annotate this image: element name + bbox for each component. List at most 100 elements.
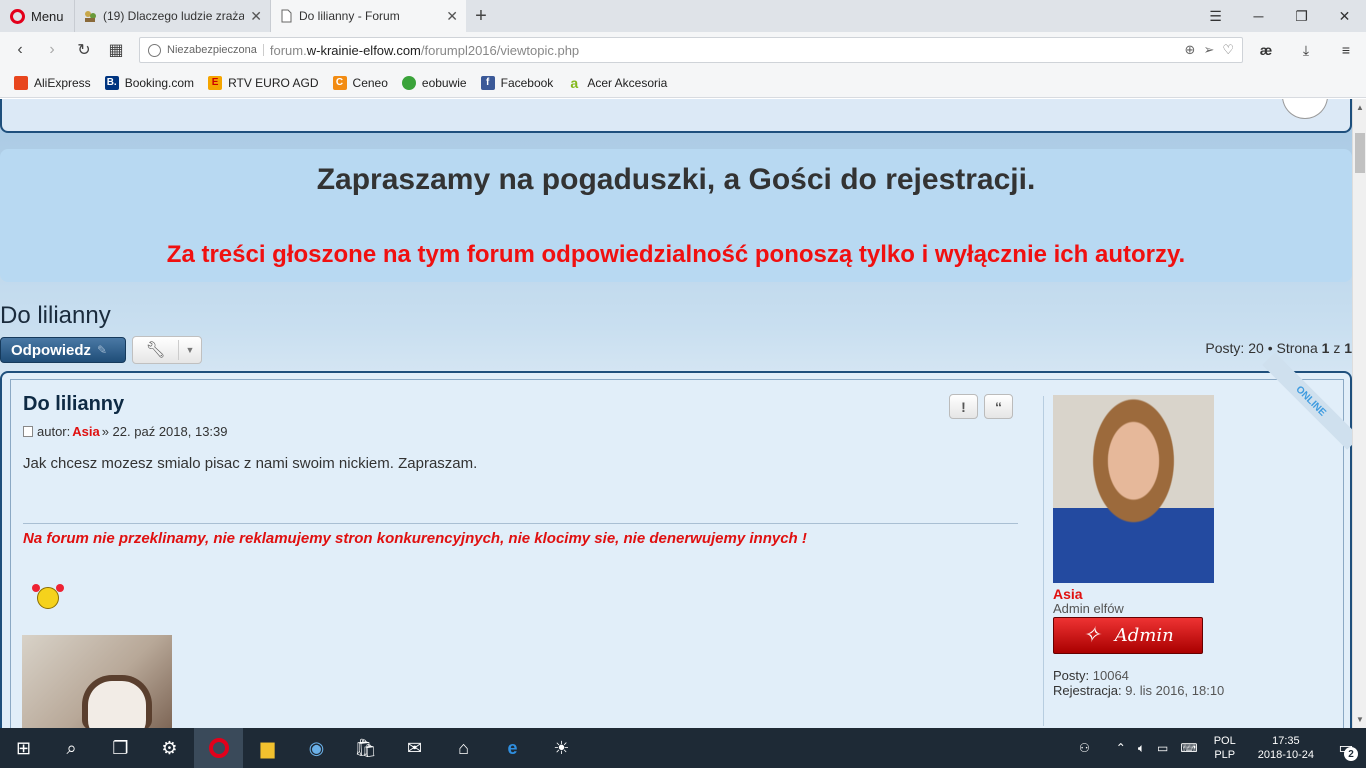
- network-icon[interactable]: ▭: [1151, 741, 1174, 755]
- reload-button[interactable]: ↻: [68, 40, 100, 60]
- topic-tools-dropdown[interactable]: 🔧︎ ▼: [132, 336, 202, 364]
- system-tray: ⚇ ⌃ 🔈︎ ▭ ⌨ POL PLP 17:35 2018-10-24 ▭ 2: [1073, 728, 1366, 768]
- online-status-ribbon: ONLINE: [1262, 352, 1352, 450]
- wrench-icon: 🔧︎: [133, 340, 179, 360]
- address-field[interactable]: Niezabezpieczona forum. w-krainie-elfow.…: [139, 37, 1243, 63]
- opera-menu-button[interactable]: Menu: [0, 0, 74, 32]
- send-icon[interactable]: ➢: [1203, 42, 1214, 58]
- bookmark-facebook[interactable]: f Facebook: [480, 75, 554, 90]
- post-date: » 22. paź 2018, 13:39: [101, 424, 228, 439]
- report-button[interactable]: !: [949, 394, 978, 419]
- facebook-icon: f: [480, 75, 495, 90]
- post: Do lilianny ! “ autor: Asia » 22. paź 20…: [0, 352, 1352, 728]
- page-scrollbar[interactable]: ▲ ▼: [1352, 99, 1366, 728]
- globe-icon: [148, 43, 161, 57]
- forum-header: [0, 99, 1352, 133]
- file-explorer-icon[interactable]: ▆: [243, 728, 292, 768]
- edge-icon[interactable]: e: [488, 728, 537, 768]
- volume-icon[interactable]: 🔈︎: [1132, 741, 1151, 756]
- quote-button[interactable]: “: [984, 394, 1013, 419]
- scroll-down-icon[interactable]: ▼: [1355, 715, 1365, 724]
- url-domain: w-krainie-elfow.com: [306, 42, 421, 58]
- media-app-icon[interactable]: ◉: [292, 728, 341, 768]
- bookmark-label: Ceneo: [352, 75, 388, 90]
- start-windows-icon[interactable]: ⊞: [0, 728, 47, 768]
- acer-icon: a: [570, 74, 579, 91]
- new-tab-button[interactable]: +: [466, 0, 496, 32]
- profile-divider: [1043, 396, 1044, 726]
- opera-taskbar-icon[interactable]: [194, 728, 243, 768]
- url-path: /forumpl2016/viewtopic.php: [420, 42, 580, 58]
- windows-taskbar: ⊞ ⌕ ❐ ⚙ ▆ ◉ 🛍︎ ✉ ⌂ e ☀ ⚇ ⌃ 🔈︎ ▭ ⌨ POL PL…: [0, 728, 1366, 768]
- tab-menu-icon[interactable]: ☰: [1194, 0, 1237, 32]
- bookmark-label: AliExpress: [34, 75, 91, 90]
- zoom-icon[interactable]: ⊕: [1185, 42, 1196, 58]
- more-menu-icon[interactable]: ≡: [1326, 42, 1366, 58]
- angel-icon: ✧: [1082, 623, 1101, 648]
- profile-rank: Admin elfów: [1053, 601, 1124, 616]
- forum-page: Zapraszamy na pogaduszki, a Gości do rej…: [0, 99, 1352, 728]
- security-label: Niezabezpieczona: [167, 44, 264, 56]
- download-icon[interactable]: ⤓: [1286, 42, 1326, 59]
- ceneo-icon: C: [332, 75, 347, 90]
- scroll-thumb[interactable]: [1355, 133, 1365, 173]
- reply-button[interactable]: Odpowiedz ✎: [0, 337, 126, 363]
- tab-bar: Menu (19) Dlaczego ludzie zraża ✕ Do lil…: [0, 0, 1366, 32]
- welcome-banner: Zapraszamy na pogaduszki, a Gości do rej…: [0, 149, 1352, 282]
- tab-close-icon[interactable]: ✕: [446, 8, 458, 25]
- home-icon[interactable]: ⌂: [439, 728, 488, 768]
- bookmark-label: Facebook: [500, 75, 554, 90]
- post-title[interactable]: Do lilianny: [23, 393, 124, 416]
- banner-title: Zapraszamy na pogaduszki, a Gości do rej…: [316, 163, 1036, 196]
- ae-extension-icon[interactable]: æ: [1246, 42, 1286, 58]
- tab-dlaczego-ludzie[interactable]: (19) Dlaczego ludzie zraża ✕: [74, 0, 270, 32]
- bookmark-aliexpress[interactable]: AliExpress: [14, 75, 91, 90]
- url-prefix: forum.: [269, 42, 307, 58]
- tray-clock[interactable]: 17:35 2018-10-24: [1246, 734, 1326, 762]
- euro-icon: E: [208, 75, 223, 90]
- tab-close-icon[interactable]: ✕: [250, 8, 262, 25]
- bookmark-eobuwie[interactable]: eobuwie: [401, 75, 467, 90]
- chevron-up-icon[interactable]: ⌃: [1110, 741, 1132, 755]
- profile-posts: Posty: 10064: [1053, 668, 1129, 683]
- heart-bookmark-icon[interactable]: ♡: [1222, 42, 1234, 58]
- notifications-badge: 2: [1344, 747, 1358, 761]
- tab-do-lilianny[interactable]: Do lilianny - Forum ✕: [270, 0, 466, 32]
- bookmark-label: RTV EURO AGD: [228, 75, 319, 90]
- profile-username[interactable]: Asia: [1053, 586, 1083, 602]
- bookmark-rtv-euro-agd[interactable]: E RTV EURO AGD: [208, 75, 319, 90]
- bookmark-ceneo[interactable]: C Ceneo: [332, 75, 388, 90]
- bookmarks-bar: AliExpress B. Booking.com E RTV EURO AGD…: [0, 68, 1366, 98]
- notifications-icon[interactable]: ▭ 2: [1326, 728, 1366, 768]
- close-window-button[interactable]: ✕: [1323, 0, 1366, 32]
- bookmark-acer-akcesoria[interactable]: a Acer Akcesoria: [567, 74, 667, 91]
- rank-badge: ✧ Admin: [1053, 617, 1203, 654]
- page-icon: [281, 9, 292, 23]
- signature-divider: [23, 523, 1018, 524]
- post-inner: Do lilianny ! “ autor: Asia » 22. paź 20…: [10, 352, 1352, 728]
- task-view-icon[interactable]: ❐: [96, 728, 145, 768]
- eobuwie-leaf-icon: [401, 75, 416, 90]
- people-tray-icon[interactable]: ⚇: [1073, 741, 1096, 755]
- smiley-icon: [32, 584, 64, 609]
- signature-text: Na forum nie przeklinamy, nie reklamujem…: [23, 530, 807, 547]
- mail-icon[interactable]: ✉: [390, 728, 439, 768]
- post-author-line: autor: Asia » 22. paź 2018, 13:39: [23, 424, 228, 439]
- bookmark-booking[interactable]: B. Booking.com: [104, 75, 194, 90]
- input-language[interactable]: POL PLP: [1204, 734, 1246, 762]
- store-icon[interactable]: 🛍︎: [341, 728, 390, 768]
- author-link[interactable]: Asia: [72, 424, 99, 439]
- scroll-up-icon[interactable]: ▲: [1355, 103, 1365, 112]
- speed-dial-grid-icon[interactable]: ▦: [100, 40, 132, 60]
- restore-button[interactable]: ❐: [1280, 0, 1323, 32]
- search-icon[interactable]: ⌕: [47, 728, 96, 768]
- keyboard-icon[interactable]: ⌨: [1174, 741, 1203, 755]
- minimize-button[interactable]: ─: [1237, 0, 1280, 32]
- sun-app-icon[interactable]: ☀: [537, 728, 586, 768]
- post-doc-icon[interactable]: [23, 426, 33, 437]
- back-button[interactable]: ‹: [4, 41, 36, 59]
- address-toolbar: ‹ › ↻ ▦ Niezabezpieczona forum. w-kraini…: [0, 32, 1366, 68]
- settings-gear-icon[interactable]: ⚙: [145, 728, 194, 768]
- topic-title[interactable]: Do lilianny: [0, 302, 111, 330]
- forward-button[interactable]: ›: [36, 41, 68, 59]
